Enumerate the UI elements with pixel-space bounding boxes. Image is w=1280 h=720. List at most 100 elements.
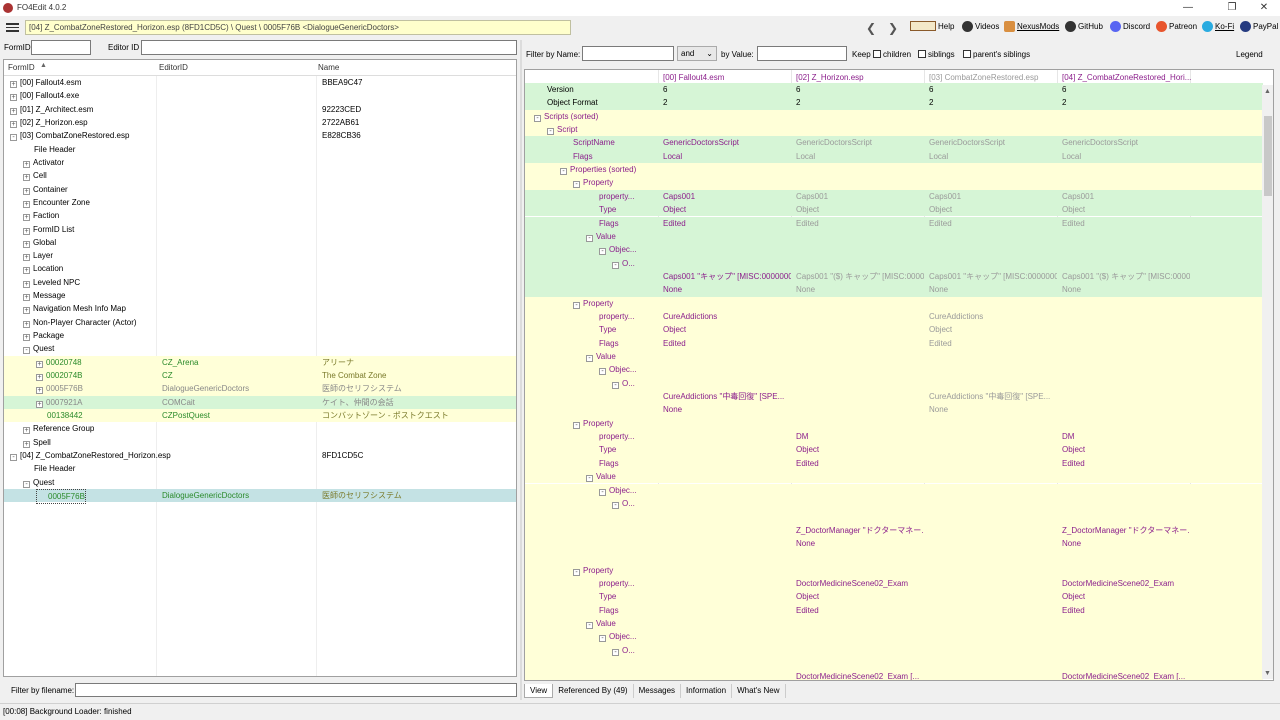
view-cell[interactable] [929, 657, 1057, 670]
view-cell[interactable] [663, 524, 791, 537]
view-cell[interactable]: Local [929, 150, 1057, 163]
view-cell[interactable] [663, 110, 791, 123]
view-cell[interactable] [796, 110, 924, 123]
view-cell[interactable]: Edited [1062, 457, 1190, 470]
view-cell[interactable] [929, 377, 1057, 390]
collapse-icon[interactable]: - [612, 261, 619, 269]
view-cell[interactable]: Caps001 [796, 190, 924, 203]
expand-icon[interactable]: + [23, 174, 30, 182]
view-cell[interactable] [929, 123, 1057, 136]
collapse-icon[interactable]: - [547, 128, 554, 136]
collapse-icon[interactable]: - [586, 355, 593, 362]
collapse-icon[interactable]: - [573, 181, 580, 189]
view-row[interactable]: - Properties (sorted) [525, 163, 1263, 177]
view-cell[interactable]: 2 [929, 96, 1057, 109]
view-cell[interactable] [1062, 350, 1190, 363]
view-cell[interactable] [663, 230, 791, 243]
expand-icon[interactable]: + [23, 307, 30, 315]
view-cell[interactable] [1062, 390, 1190, 403]
collapse-icon[interactable]: - [560, 168, 567, 176]
view-cell[interactable]: None [929, 283, 1057, 296]
view-row[interactable]: Type Object Object [525, 590, 1263, 604]
view-cell[interactable] [1062, 123, 1190, 136]
view-row[interactable]: DoctorMedicineScene02_Exam [... DoctorMed… [525, 670, 1263, 680]
view-cell[interactable] [663, 484, 791, 497]
view-cell[interactable]: Edited [663, 217, 791, 230]
collapse-icon[interactable]: - [586, 475, 593, 483]
view-row[interactable]: Flags Local Local Local Local [525, 149, 1263, 164]
expand-icon[interactable]: + [23, 320, 30, 328]
view-cell[interactable] [929, 363, 1057, 376]
view-cell[interactable] [929, 510, 1057, 523]
tree-row[interactable]: 00138442 CZPostQuest コンバットゾーン - ポストクエスト [4, 409, 516, 423]
view-cell[interactable]: GenericDoctorsScript [929, 136, 1057, 149]
legend-button[interactable]: Legend [1236, 50, 1263, 59]
view-cell[interactable] [663, 497, 791, 510]
tab-whats-new[interactable]: What's New [732, 684, 786, 698]
expand-icon[interactable]: + [23, 160, 30, 168]
view-cell[interactable] [1062, 257, 1190, 270]
view-cell[interactable]: 2 [663, 96, 791, 109]
view-cell[interactable]: DoctorMedicineScene02_Exam [... [1062, 670, 1190, 680]
view-cell[interactable]: Edited [796, 217, 924, 230]
column-header-z-horizon[interactable]: [02] Z_Horizon.esp [796, 73, 864, 82]
tree-row[interactable]: 0005F76B DialogueGenericDoctors 医師のセリフシステム [4, 488, 516, 504]
view-cell[interactable]: 6 [796, 83, 924, 96]
view-row[interactable]: - Value [525, 617, 1263, 631]
view-cell[interactable]: Object [663, 203, 791, 216]
tree-row[interactable]: + [00] Fallout4.esm BBEA9C47 [4, 76, 516, 89]
view-cell[interactable]: DoctorMedicineScene02_Exam [1062, 577, 1190, 590]
collapse-icon[interactable]: - [573, 421, 580, 429]
tree-row[interactable]: File Header [4, 143, 516, 156]
expand-icon[interactable]: + [10, 120, 17, 128]
view-cell[interactable] [796, 497, 924, 510]
filename-filter-input[interactable] [75, 683, 517, 697]
view-row[interactable] [525, 510, 1263, 524]
view-cell[interactable]: Local [663, 150, 791, 163]
videos-link[interactable]: Videos [962, 21, 999, 32]
collapse-icon[interactable]: - [573, 301, 580, 309]
view-cell[interactable] [663, 350, 791, 363]
collapse-icon[interactable]: - [573, 568, 580, 576]
expand-icon[interactable]: + [36, 360, 43, 368]
collapse-icon[interactable]: - [612, 381, 619, 389]
minimize-icon[interactable]: — [1168, 0, 1208, 16]
view-cell[interactable] [929, 550, 1057, 563]
view-cell[interactable]: 6 [1062, 83, 1190, 96]
view-cell[interactable] [929, 644, 1057, 657]
tree-row[interactable]: +0002074B CZ The Combat Zone [4, 369, 516, 383]
record-tree[interactable]: FormID ▲ EditorID Name + [00] Fallout4.es… [3, 59, 517, 677]
view-cell[interactable]: Object [796, 203, 924, 216]
view-cell[interactable]: GenericDoctorsScript [796, 136, 924, 149]
collapse-icon[interactable]: - [612, 648, 619, 656]
collapse-icon[interactable]: - [23, 347, 30, 355]
view-cell[interactable] [796, 297, 924, 310]
paypal-link[interactable]: PayPal [1240, 21, 1278, 32]
tab-view[interactable]: View [524, 684, 554, 698]
view-cell[interactable] [663, 537, 791, 550]
view-cell[interactable] [796, 484, 924, 497]
view-cell[interactable] [796, 323, 924, 336]
column-header-fallout4[interactable]: [00] Fallout4.esm [663, 73, 724, 82]
view-cell[interactable] [1062, 550, 1190, 563]
view-cell[interactable] [663, 510, 791, 523]
view-cell[interactable] [929, 257, 1057, 270]
view-cell[interactable] [929, 617, 1057, 630]
collapse-icon[interactable]: - [586, 234, 593, 242]
view-cell[interactable] [663, 123, 791, 136]
view-cell[interactable]: Edited [1062, 217, 1190, 230]
view-cell[interactable] [929, 630, 1057, 643]
view-cell[interactable]: None [663, 403, 791, 416]
view-cell[interactable] [1062, 110, 1190, 123]
tree-row[interactable]: - Quest [4, 476, 516, 489]
view-cell[interactable] [929, 670, 1057, 680]
view-row[interactable]: - Property [525, 563, 1263, 577]
view-cell[interactable] [663, 657, 791, 670]
view-cell[interactable]: Object [929, 203, 1057, 216]
view-cell[interactable] [929, 417, 1057, 430]
tab-messages[interactable]: Messages [634, 684, 682, 698]
view-cell[interactable] [796, 644, 924, 657]
view-cell[interactable] [1062, 497, 1190, 510]
view-cell[interactable] [663, 670, 791, 680]
view-row[interactable]: - O... [525, 376, 1263, 391]
